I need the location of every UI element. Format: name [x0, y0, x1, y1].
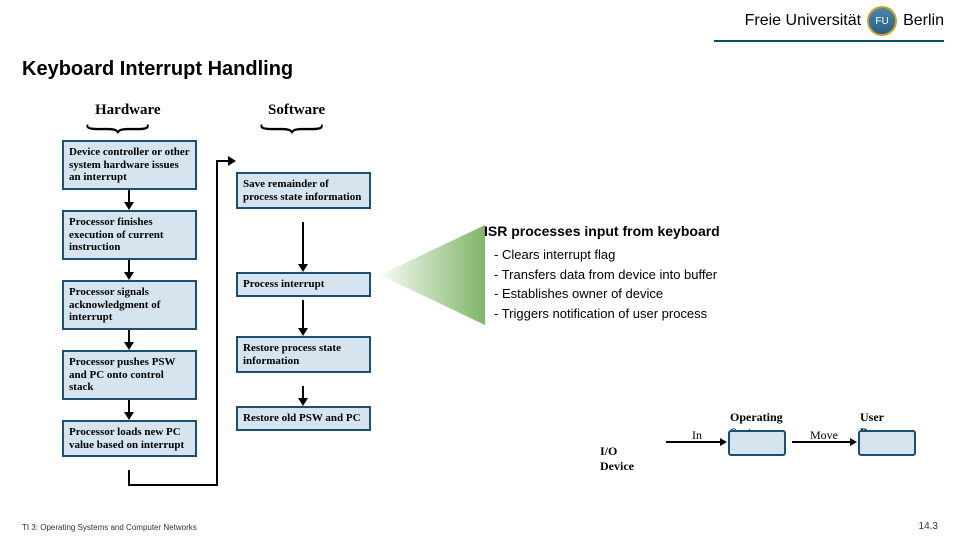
hw-step-1: Device controller or other system hardwa…: [62, 140, 197, 190]
isr-annotation: ISR processes input from keyboard Clears…: [484, 223, 864, 323]
arrow-head-icon: [720, 438, 727, 446]
in-arrow-label: In: [692, 428, 702, 443]
software-column-header: Software: [268, 102, 325, 119]
highlight-gradient: [380, 225, 485, 325]
arrow-head-icon: [124, 202, 134, 210]
hw-step-2: Processor finishes execution of current …: [62, 210, 197, 260]
institution-post: Berlin: [903, 12, 944, 30]
hw-step-4: Processor pushes PSW and PC onto control…: [62, 350, 197, 400]
arrow-head-icon: [298, 264, 308, 272]
hardware-column-header: Hardware: [95, 102, 161, 119]
arrow-right-icon: [228, 156, 236, 166]
connector: [128, 484, 218, 486]
isr-list: Clears interrupt flag Transfers data fro…: [484, 245, 864, 323]
isr-item: Clears interrupt flag: [494, 245, 864, 265]
isr-item: Triggers notification of user process: [494, 304, 864, 324]
arrow-head-icon: [850, 438, 857, 446]
curly-brace-icon: }: [251, 122, 336, 136]
connector: [128, 470, 130, 484]
logo-underline: [714, 40, 944, 42]
connector: [216, 160, 218, 486]
sw-step-3: Restore process state information: [236, 336, 371, 373]
curly-brace-icon: }: [77, 122, 162, 136]
slide-number: 14.3: [919, 521, 938, 532]
institution-logo: Freie Universität FU Berlin: [745, 6, 944, 36]
hw-step-3: Processor signals acknowledgment of inte…: [62, 280, 197, 330]
seal-icon: FU: [867, 6, 897, 36]
move-arrow-label: Move: [810, 428, 838, 443]
isr-item: Establishes owner of device: [494, 284, 864, 304]
isr-item: Transfers data from device into buffer: [494, 265, 864, 285]
hw-step-5: Processor loads new PC value based on in…: [62, 420, 197, 457]
arrow-head-icon: [124, 412, 134, 420]
arrow-head-icon: [124, 272, 134, 280]
sw-step-2: Process interrupt: [236, 272, 371, 297]
arrow-down-icon: [302, 300, 304, 330]
arrow-down-icon: [302, 222, 304, 266]
arrow-head-icon: [124, 342, 134, 350]
sw-step-4: Restore old PSW and PC: [236, 406, 371, 431]
sw-step-1: Save remainder of process state informat…: [236, 172, 371, 209]
arrow-head-icon: [298, 328, 308, 336]
os-buffer-box: [728, 430, 786, 456]
arrow-head-icon: [298, 398, 308, 406]
slide-title: Keyboard Interrupt Handling: [22, 58, 293, 81]
footer-left: TI 3: Operating Systems and Computer Net…: [22, 523, 197, 532]
isr-title: ISR processes input from keyboard: [484, 223, 864, 239]
user-buffer-box: [858, 430, 916, 456]
institution-pre: Freie Universität: [745, 12, 861, 30]
io-device-label: I/O Device: [600, 444, 634, 474]
